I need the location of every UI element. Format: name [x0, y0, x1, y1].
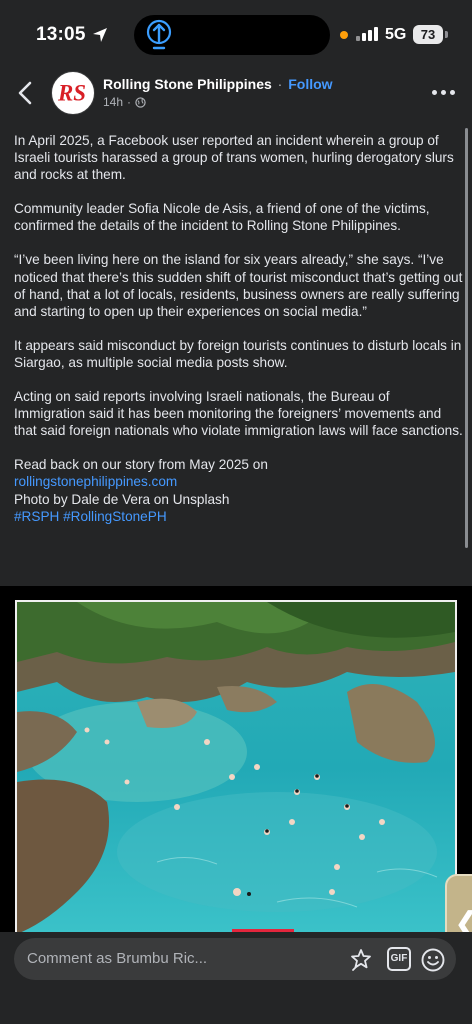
read-back-text: Read back on our story from May 2025 on	[14, 457, 268, 473]
comment-bar: Comment as Brumbu Ric... GIF	[0, 932, 472, 1024]
screen: 13:05 5G 73 RS Rolling Stone Philippines…	[0, 0, 472, 1024]
sticker-icon[interactable]	[348, 947, 374, 973]
globe-icon	[135, 96, 146, 108]
svg-text:RS: RS	[57, 81, 86, 106]
post-photo[interactable]	[15, 600, 457, 932]
follow-button[interactable]: Follow	[288, 76, 332, 92]
battery-level: 73	[413, 25, 443, 44]
article-link[interactable]: rollingstonephilippines.com	[14, 473, 464, 490]
more-options-icon[interactable]	[432, 88, 458, 98]
lagoon-photo	[17, 602, 455, 932]
network-type: 5G	[385, 26, 407, 43]
gif-icon[interactable]: GIF	[387, 947, 411, 971]
post-body: In April 2025, a Facebook user reported …	[14, 132, 464, 525]
post-paragraph-2: Community leader Sofia Nicole de Asis, a…	[14, 201, 430, 234]
post-meta: 14h ·	[103, 95, 146, 109]
post-paragraph-4: It appears said misconduct by foreign to…	[14, 337, 462, 370]
status-time: 13:05	[36, 24, 86, 45]
status-bar: 13:05 5G 73	[0, 0, 472, 62]
post-paragraph-3: “I’ve been living here on the island for…	[14, 252, 463, 319]
meta-separator: ·	[127, 95, 132, 109]
location-arrow-icon	[93, 28, 107, 42]
rolling-stone-logo-icon: RS	[57, 81, 86, 106]
page-avatar[interactable]: RS	[51, 71, 95, 115]
post-paragraph-1: In April 2025, a Facebook user reported …	[14, 133, 454, 183]
back-arrow-icon[interactable]	[12, 78, 40, 108]
post-timestamp[interactable]: 14h	[103, 95, 123, 109]
cellular-signal-icon	[356, 27, 378, 41]
post-paragraph-5: Acting on said reports involving Israeli…	[14, 389, 463, 439]
battery-tip	[445, 31, 448, 38]
comment-input[interactable]: Comment as Brumbu Ric... GIF	[14, 938, 456, 980]
page-name[interactable]: Rolling Stone Philippines	[103, 76, 272, 92]
privacy-indicator-dot	[340, 31, 348, 39]
scrollbar[interactable]	[465, 128, 468, 548]
name-separator: ·	[277, 76, 283, 92]
airdrop-icon	[146, 19, 172, 50]
page-name-line: Rolling Stone Philippines · Follow	[103, 76, 333, 92]
hashtags[interactable]: #RSPH #RollingStonePH	[14, 508, 464, 525]
comment-placeholder: Comment as Brumbu Ric...	[27, 950, 208, 967]
post-header: RS Rolling Stone Philippines · Follow 14…	[0, 62, 472, 124]
photo-credit: Photo by Dale de Vera on Unsplash	[14, 491, 230, 507]
emoji-icon[interactable]	[420, 947, 446, 973]
photo-container	[0, 586, 472, 932]
